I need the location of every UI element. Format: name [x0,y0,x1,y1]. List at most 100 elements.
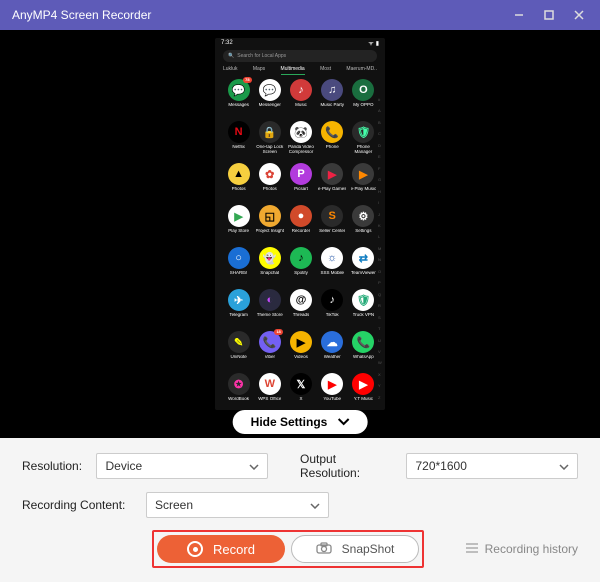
app-item[interactable]: 📞Phone [317,121,348,161]
app-item[interactable]: ▶YouTube [317,373,348,410]
category-tab[interactable]: Lukluk [223,66,237,75]
record-icon [187,541,203,557]
preview-area: 7:32 ᯤ ▮ 🔍 Search for Local Apps LuklukM… [0,30,600,438]
close-button[interactable] [564,0,594,30]
status-time: 7:32 [221,40,233,46]
resolution-select[interactable]: Device [96,453,268,479]
maximize-button[interactable] [534,0,564,30]
app-icon: 💬 [259,79,281,101]
app-icon: ☁ [321,331,343,353]
app-item[interactable]: ✿ Photos [254,163,285,203]
app-item[interactable]: NNetflix [223,121,254,161]
category-tab[interactable]: Multimedia [281,66,305,75]
app-icon: ⚙ [352,205,374,227]
app-item[interactable]: ☁ Weather [317,331,348,371]
app-item[interactable]: ☼SSS Mobile [317,247,348,287]
app-item[interactable]: ▲Photos [223,163,254,203]
app-grid: 💬78Messages💬Messenger♪Music♫Music PartyO… [215,77,385,410]
app-label: Photos [263,187,277,192]
app-item[interactable]: ✈Telegram [223,289,254,329]
app-item[interactable]: 📞WhatsApp [348,331,379,371]
app-item[interactable]: 👻Snapchat [254,247,285,287]
app-label: Snapchat [260,271,279,276]
settings-panel: Resolution: Device Output Resolution: 72… [0,438,600,580]
app-label: Threads [293,313,310,318]
output-resolution-select[interactable]: 720*1600 [406,453,578,479]
app-item[interactable]: 📞18Viber [254,331,285,371]
app-item[interactable]: 💬Messenger [254,79,285,119]
category-tab[interactable]: Maps [253,66,265,75]
app-item[interactable]: ◐Theme Store [254,289,285,329]
app-item[interactable]: ▶e·Play Music [348,163,379,203]
app-icon: ✎ [228,331,250,353]
app-title: AnyMP4 Screen Recorder [12,8,151,22]
app-item[interactable]: ✪WordBook [223,373,254,410]
app-label: WordBook [228,397,249,402]
app-item[interactable]: 🛡Phone Manager [348,121,379,161]
category-tabs[interactable]: Lukluk Maps Multimedia Most Maerum-MD.. [215,66,385,77]
recording-history-link[interactable]: Recording history [465,542,578,556]
app-icon: 🔒 [259,121,281,143]
app-icon: 💬78 [228,79,250,101]
minimize-button[interactable] [504,0,534,30]
wifi-icon: ᯤ [368,39,373,47]
app-item[interactable]: 🔒 One-tap Lock Screen [254,121,285,161]
app-item[interactable]: ◱Project Insight [254,205,285,245]
app-icon: S [321,205,343,227]
app-item[interactable]: ♫Music Party [317,79,348,119]
app-item[interactable]: ✎ UniNote [223,331,254,371]
app-item[interactable]: WWPS Office [254,373,285,410]
app-item[interactable]: OMy OPPO [348,79,379,119]
recording-content-label: Recording Content: [22,498,132,512]
app-label: e·Play Music [351,187,377,192]
category-tab[interactable]: Most [320,66,331,75]
app-icon: ○ [228,247,250,269]
app-icon: ◱ [259,205,281,227]
app-label: Recorder [292,229,311,234]
app-item[interactable]: PPicsart [285,163,316,203]
app-label: Phone Manager [348,145,378,155]
app-item[interactable]: SSeller Center [317,205,348,245]
app-item[interactable]: ●Recorder [285,205,316,245]
app-item[interactable]: 𝕏X [285,373,316,410]
app-label: Weather [324,355,341,360]
app-label: Viber [265,355,275,360]
app-label: UniNote [230,355,246,360]
app-item[interactable]: ⚙Settings [348,205,379,245]
app-label: TikTok [326,313,339,318]
recording-content-select[interactable]: Screen [146,492,329,518]
record-label: Record [213,542,255,557]
search-icon: 🔍 [228,53,234,59]
app-label: Y.T Music [354,397,373,402]
alpha-index[interactable]: #ABCDEFGHIJKLMNOPQRSTUVWXYZ [378,98,384,400]
app-item[interactable]: ♪TikTok [317,289,348,329]
app-item[interactable]: ▶e·Play Games [317,163,348,203]
app-label: Messages [228,103,249,108]
hide-settings-button[interactable]: Hide Settings [233,410,368,434]
record-button[interactable]: Record [157,535,285,563]
category-tab[interactable]: Maerum-MD.. [346,66,377,75]
app-item[interactable]: 🛡Truck VPN [348,289,379,329]
snapshot-button[interactable]: SnapShot [291,535,419,563]
resolution-value: Device [105,459,142,473]
app-label: Panda Video Compressor [286,145,316,155]
app-label: Telegram [229,313,248,318]
chevron-down-icon [310,498,320,512]
app-item[interactable]: ○SHAREit [223,247,254,287]
app-item[interactable]: ▶Y.T Music [348,373,379,410]
app-label: One-tap Lock Screen [255,145,285,155]
app-item[interactable]: ⇄TeamViewer [348,247,379,287]
app-item[interactable]: ▶Play Store [223,205,254,245]
app-item[interactable]: ♪Spotify [285,247,316,287]
app-item[interactable]: 💬78 Messages [223,79,254,119]
phone-search[interactable]: 🔍 Search for Local Apps [223,50,377,62]
app-label: YouTube [323,397,341,402]
app-item[interactable]: ♪Music [285,79,316,119]
app-icon: ⇄ [352,247,374,269]
app-icon: ♪ [290,247,312,269]
app-item[interactable]: 🐼Panda Video Compressor [285,121,316,161]
app-icon: ✿ [259,163,281,185]
app-item[interactable]: @Threads [285,289,316,329]
app-item[interactable]: ▶Videos [285,331,316,371]
app-label: Picsart [294,187,308,192]
